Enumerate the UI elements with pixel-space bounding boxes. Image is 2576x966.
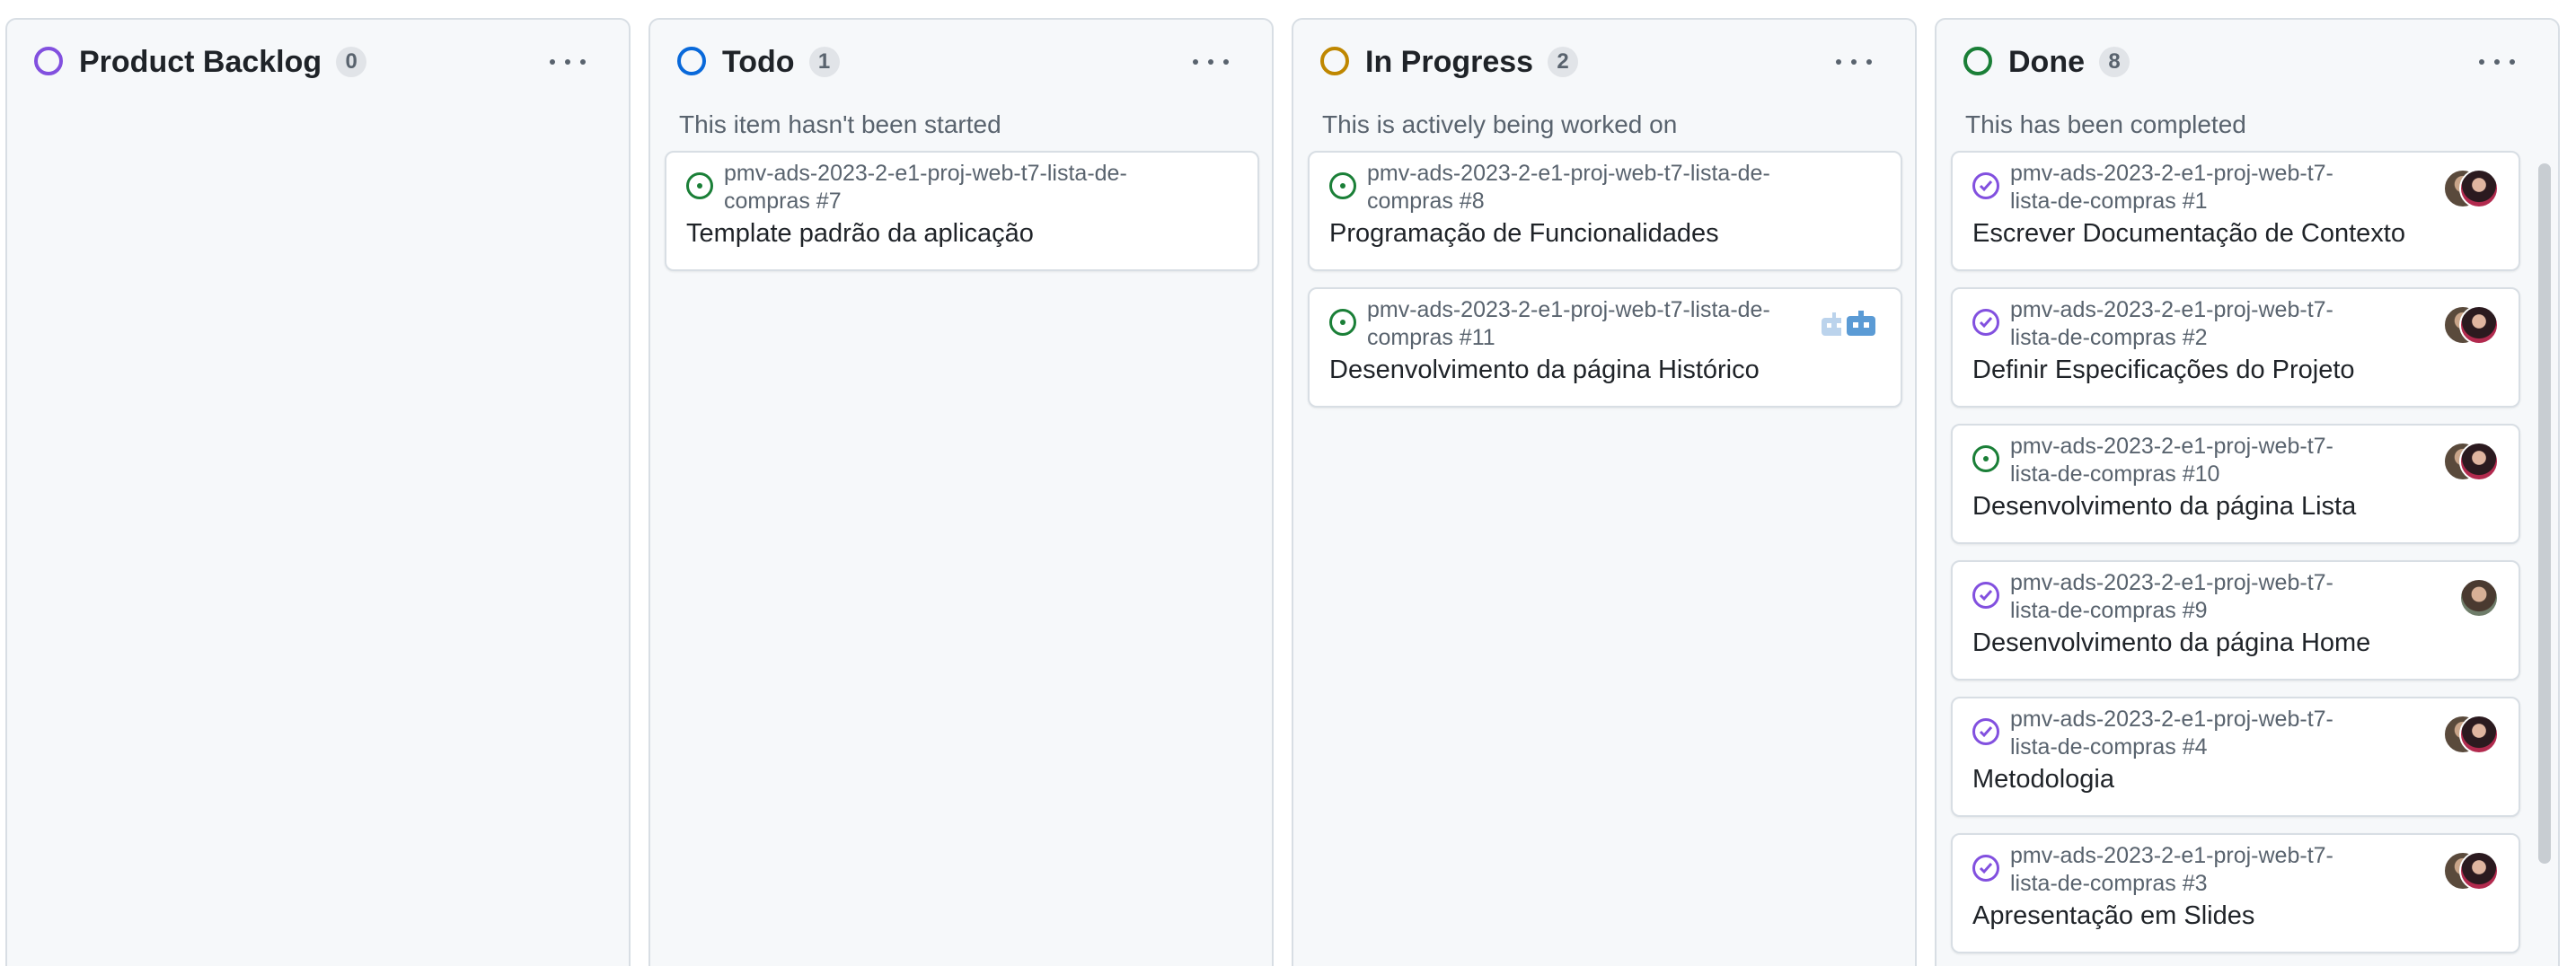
- assignee-avatars[interactable]: [1800, 305, 1881, 345]
- issue-closed-icon: [1972, 582, 1999, 609]
- issue-repo-reference: pmv-ads-2023-2-e1-proj-web-t7-lista-de-c…: [2010, 843, 2333, 896]
- status-circle-icon: [1320, 47, 1349, 75]
- column-product-backlog: Product Backlog 0: [5, 18, 631, 966]
- avatar: [2459, 851, 2499, 891]
- assignee-avatars[interactable]: [2418, 442, 2499, 481]
- issue-repo-reference: pmv-ads-2023-2-e1-proj-web-t7-lista-de-c…: [2010, 707, 2333, 760]
- column-options-button[interactable]: [550, 56, 586, 68]
- issue-title: Desenvolvimento da página Lista: [1972, 492, 2357, 521]
- issue-card[interactable]: pmv-ads-2023-2-e1-proj-web-t7-lista-de-c…: [1308, 151, 1902, 271]
- column-header: Product Backlog 0: [7, 20, 629, 163]
- issue-closed-icon: [1972, 309, 1999, 336]
- assignee-avatars[interactable]: [2418, 305, 2499, 345]
- avatar: [2459, 305, 2499, 345]
- assignee-avatars[interactable]: [2418, 578, 2499, 618]
- status-circle-icon: [34, 47, 63, 75]
- issue-title: Metodologia: [1972, 765, 2114, 794]
- issue-repo-reference: pmv-ads-2023-2-e1-proj-web-t7-lista-de-c…: [2010, 570, 2333, 623]
- column-title: Done 8: [2008, 43, 2130, 81]
- column-header: In Progress 2 This is actively being wor…: [1293, 20, 1915, 163]
- avatar: [2459, 169, 2499, 208]
- column-todo: Todo 1 This item hasn't been started pmv…: [648, 18, 1274, 966]
- issue-title: Desenvolvimento da página Home: [1972, 628, 2371, 657]
- issue-repo-reference: pmv-ads-2023-2-e1-proj-web-t7-lista-de-c…: [1367, 297, 1770, 350]
- issue-title: Template padrão da aplicação: [686, 219, 1034, 248]
- issue-repo-reference: pmv-ads-2023-2-e1-proj-web-t7-lista-de-c…: [2010, 297, 2333, 350]
- issue-repo-reference: pmv-ads-2023-2-e1-proj-web-t7-lista-de-c…: [2010, 434, 2333, 487]
- column-done: Done 8 This has been completed pmv-ads-2…: [1935, 18, 2560, 966]
- column-header: Done 8 This has been completed: [1936, 20, 2558, 163]
- avatar: [2459, 715, 2499, 754]
- column-description: This has been completed: [1965, 110, 2246, 138]
- issue-open-icon: [1972, 445, 1999, 472]
- column-options-button[interactable]: [2479, 56, 2515, 68]
- issue-card[interactable]: pmv-ads-2023-2-e1-proj-web-t7-lista-de-c…: [1951, 697, 2520, 817]
- column-options-button[interactable]: [1193, 56, 1229, 68]
- issue-card[interactable]: pmv-ads-2023-2-e1-proj-web-t7-lista-de-c…: [1308, 287, 1902, 408]
- issue-title: Programação de Funcionalidades: [1329, 219, 1719, 248]
- avatar: [2459, 442, 2499, 481]
- column-description: This item hasn't been started: [679, 110, 1001, 138]
- issue-title: Escrever Documentação de Contexto: [1972, 219, 2405, 248]
- column-title: In Progress 2: [1365, 43, 1579, 81]
- issue-card[interactable]: pmv-ads-2023-2-e1-proj-web-t7-lista-de-c…: [1951, 287, 2520, 408]
- issue-card[interactable]: pmv-ads-2023-2-e1-proj-web-t7-lista-de-c…: [1951, 833, 2520, 953]
- assignee-avatars[interactable]: [2418, 715, 2499, 754]
- issue-card[interactable]: pmv-ads-2023-2-e1-proj-web-t7-lista-de-c…: [1951, 424, 2520, 544]
- column-title: Product Backlog 0: [79, 43, 367, 81]
- issue-card[interactable]: pmv-ads-2023-2-e1-proj-web-t7-lista-de-c…: [1951, 560, 2520, 681]
- column-header: Todo 1 This item hasn't been started: [650, 20, 1272, 163]
- issue-closed-icon: [1972, 718, 1999, 745]
- assignee-avatars[interactable]: [2418, 169, 2499, 208]
- column-in-progress: In Progress 2 This is actively being wor…: [1292, 18, 1917, 966]
- column-title: Todo 1: [722, 43, 840, 81]
- issue-repo-reference: pmv-ads-2023-2-e1-proj-web-t7-lista-de-c…: [724, 161, 1127, 214]
- issue-title: Apresentação em Slides: [1972, 901, 2255, 930]
- item-count-badge: 8: [2099, 47, 2130, 77]
- issue-card[interactable]: pmv-ads-2023-2-e1-proj-web-t7-lista-de-c…: [1951, 151, 2520, 271]
- item-count-badge: 2: [1548, 47, 1579, 77]
- issue-repo-reference: pmv-ads-2023-2-e1-proj-web-t7-lista-de-c…: [2010, 161, 2333, 214]
- item-count-badge: 1: [808, 47, 840, 77]
- column-options-button[interactable]: [1836, 56, 1872, 68]
- issue-closed-icon: [1972, 855, 1999, 882]
- column-description: This is actively being worked on: [1322, 110, 1678, 138]
- item-count-badge: 0: [336, 47, 367, 77]
- issue-card[interactable]: pmv-ads-2023-2-e1-proj-web-t7-lista-de-c…: [665, 151, 1259, 271]
- avatar: [2459, 578, 2499, 618]
- column-scrollbar[interactable]: [2538, 163, 2551, 864]
- issue-open-icon: [686, 172, 713, 199]
- issue-closed-icon: [1972, 172, 1999, 199]
- issue-open-icon: [1329, 172, 1356, 199]
- bot-avatar: [1841, 305, 1881, 345]
- issue-title: Desenvolvimento da página Histórico: [1329, 356, 1760, 384]
- project-board: Product Backlog 0 Todo 1 This item hasn'…: [0, 0, 2576, 966]
- status-circle-icon: [1963, 47, 1992, 75]
- issue-open-icon: [1329, 309, 1356, 336]
- status-circle-icon: [677, 47, 706, 75]
- assignee-avatars[interactable]: [2418, 851, 2499, 891]
- issue-title: Definir Especificações do Projeto: [1972, 356, 2355, 384]
- issue-repo-reference: pmv-ads-2023-2-e1-proj-web-t7-lista-de-c…: [1367, 161, 1770, 214]
